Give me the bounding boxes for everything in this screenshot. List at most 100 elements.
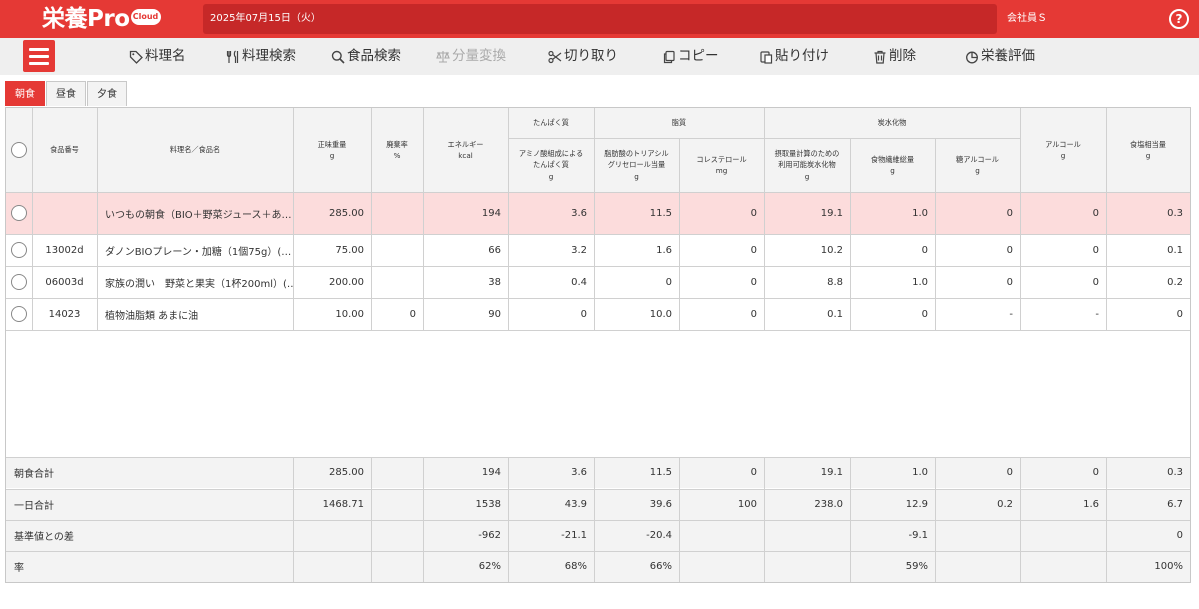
summary-cell-fat: 39.6 xyxy=(649,499,672,510)
summary-cell-alcohol xyxy=(1020,520,1106,551)
portion-convert-button[interactable]: 分量変換 xyxy=(436,38,506,75)
paste-button[interactable]: 貼り付け xyxy=(759,38,829,75)
summary-cell-chol: 0 xyxy=(750,467,757,478)
grid-hline xyxy=(6,457,1190,458)
search-icon xyxy=(331,50,345,64)
cell-sugaralc: 0 xyxy=(1006,276,1013,288)
nutrition-eval-button[interactable]: 栄養評価 xyxy=(965,38,1035,75)
summary-cell-fat: 11.5 xyxy=(649,467,672,478)
grid-vline xyxy=(850,138,851,330)
table-row[interactable]: 14023 植物油脂類 あまに油 10.00 0 90 0 10.0 0 0.1 0- -0 xyxy=(6,298,1190,330)
summary-cell-fiber: 1.0 xyxy=(912,467,928,478)
header-cholesterol[interactable]: コレステロール mg xyxy=(679,138,764,192)
tab-lunch[interactable]: 昼食 xyxy=(46,81,86,106)
select-all-radio[interactable] xyxy=(11,142,27,158)
cell-chol: 0 xyxy=(750,308,757,320)
grid-vline xyxy=(1106,108,1107,330)
cell-weight[interactable]: 10.00 xyxy=(293,298,371,330)
cell-energy: 90 xyxy=(488,308,501,320)
table-row[interactable]: 06003d 家族の潤い 野菜と果実（1杯200ml）(… 200.00 38 0.4 0… xyxy=(6,266,1190,298)
cut-button[interactable]: 切り取り xyxy=(548,38,618,75)
delete-button[interactable]: 削除 xyxy=(873,38,916,75)
table-row[interactable]: 13002d ダノンBIOプレーン・加糖（1個75g）(… 75.00 66 3.2 1.… xyxy=(6,234,1190,266)
cell-name[interactable]: 植物油脂類 あまに油 xyxy=(97,298,293,330)
row-select-radio[interactable] xyxy=(11,242,27,258)
header-weight[interactable]: 正味重量 g xyxy=(293,108,371,192)
table-row[interactable]: いつもの朝食（BIO＋野菜ジュース＋あ… 285.00 194 3.6 11.5 0 19.… xyxy=(6,192,1190,234)
header-alcohol-label: アルコール xyxy=(1045,139,1081,149)
cell-energy: 66 xyxy=(488,244,501,256)
tab-breakfast[interactable]: 朝食 xyxy=(5,81,45,106)
copy-button[interactable]: コピー xyxy=(662,38,719,75)
grid-vline xyxy=(508,108,509,330)
header-name[interactable]: 料理名／食品名 xyxy=(97,108,293,192)
header-fat[interactable]: 脂肪酸のトリアシル グリセロール当量 g xyxy=(594,138,679,192)
dish-name-button[interactable]: 料理名 xyxy=(129,38,186,75)
header-chol-unit: mg xyxy=(715,166,728,175)
summary-cell-energy: 62% xyxy=(478,561,501,572)
cell-name[interactable]: いつもの朝食（BIO＋野菜ジュース＋あ… xyxy=(97,192,293,234)
grid-vline xyxy=(423,108,424,330)
cell-carb: 0.1 xyxy=(827,308,843,320)
grid-hline xyxy=(6,551,1190,552)
cell-fiber: 1.0 xyxy=(912,207,928,219)
header-sugar-alcohol[interactable]: 糖アルコール g xyxy=(935,138,1020,192)
cell-name[interactable]: 家族の潤い 野菜と果実（1杯200ml）(… xyxy=(97,266,293,298)
cell-protein: 3.6 xyxy=(571,207,587,219)
summary-cell-sugaralc xyxy=(935,520,1020,551)
cell-fiber: 0 xyxy=(921,308,928,320)
grid-hline xyxy=(6,330,1190,331)
header-food-no[interactable]: 食品番号 xyxy=(32,108,97,192)
cell-weight[interactable]: 200.00 xyxy=(293,266,371,298)
header-fat-unit: g xyxy=(634,171,639,181)
header-group-carb: 炭水化物 xyxy=(877,118,907,128)
row-select-radio[interactable] xyxy=(11,205,27,221)
food-search-button[interactable]: 食品検索 xyxy=(331,38,401,75)
header-energy[interactable]: エネルギー kcal xyxy=(423,108,508,192)
grid-hline xyxy=(6,192,1190,193)
header-fiber-unit: g xyxy=(890,166,895,175)
dish-search-button[interactable]: 料理検索 xyxy=(226,38,296,75)
header-carb-unit: g xyxy=(804,171,810,181)
cell-weight[interactable]: 285.00 xyxy=(293,192,371,234)
summary-cell-sugaralc xyxy=(935,551,1020,582)
tool-label: コピー xyxy=(678,48,719,64)
help-button[interactable]: ? xyxy=(1169,9,1189,29)
header-salt[interactable]: 食塩相当量 g xyxy=(1106,108,1190,192)
header-chol-label: コレステロール xyxy=(696,154,747,164)
cell-no xyxy=(32,192,97,234)
cell-energy: 38 xyxy=(488,276,501,288)
cell-name[interactable]: ダノンBIOプレーン・加糖（1個75g）(… xyxy=(97,234,293,266)
date-selector[interactable]: 2025年07月15日（火） xyxy=(203,4,997,34)
hamburger-menu-button[interactable] xyxy=(23,40,55,72)
summary-row: 朝食合計 285.00 194 3.6 11.5 0 19.1 1.0 0 0 0.3 xyxy=(6,457,1190,488)
user-name[interactable]: 会社員Ｓ xyxy=(1007,0,1047,38)
cell-fat: 1.6 xyxy=(656,244,672,256)
row-select-radio[interactable] xyxy=(11,306,27,322)
row-select-radio[interactable] xyxy=(11,274,27,290)
cell-waste xyxy=(371,234,423,266)
header-fiber[interactable]: 食物繊維総量 g xyxy=(850,138,935,192)
header-waste[interactable]: 廃棄率% xyxy=(371,108,423,192)
header-carb[interactable]: 摂取量計算のための 利用可能炭水化物 g xyxy=(764,138,850,192)
summary-cell-carb: 238.0 xyxy=(814,499,843,510)
summary-cell-carb: 19.1 xyxy=(820,467,843,478)
grid-vline xyxy=(1020,108,1021,330)
tab-dinner[interactable]: 夕食 xyxy=(87,81,127,106)
header-alcohol[interactable]: アルコール g xyxy=(1020,108,1106,192)
summary-cell-chol: 100 xyxy=(737,499,757,510)
summary-cell-chol xyxy=(679,551,764,582)
cell-weight[interactable]: 75.00 xyxy=(293,234,371,266)
grid-vline xyxy=(1106,457,1107,582)
cell-sugaralc: - xyxy=(1009,308,1013,320)
cell-no: 13002d xyxy=(45,244,84,256)
summary-cell-alcohol: 0 xyxy=(1092,467,1099,478)
trash-icon xyxy=(874,50,886,64)
summary-cell-energy: -962 xyxy=(478,530,501,541)
grid-hline xyxy=(6,489,1190,490)
cell-carb: 8.8 xyxy=(827,276,843,288)
cell-no: 14023 xyxy=(48,308,81,320)
grid-vline xyxy=(935,138,936,330)
header-protein[interactable]: アミノ酸組成による たんぱく質 g xyxy=(508,138,594,192)
summary-cell-protein: 3.6 xyxy=(571,467,587,478)
